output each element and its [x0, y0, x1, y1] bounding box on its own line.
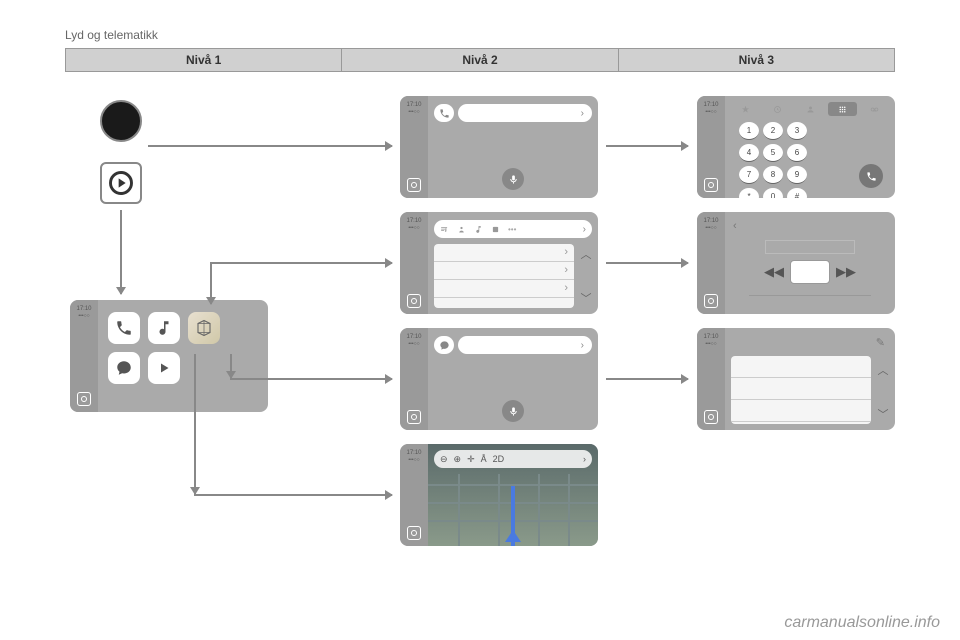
playlist-icon: [440, 225, 449, 234]
level-header-row: Nivå 1 Nivå 2 Nivå 3: [65, 48, 895, 72]
song-icon: [474, 225, 483, 234]
list-item[interactable]: [731, 378, 871, 400]
list-item[interactable]: [731, 400, 871, 422]
zoom-in-icon[interactable]: ⊕: [454, 454, 462, 465]
contacts-tab[interactable]: [795, 102, 824, 116]
list-item[interactable]: [434, 262, 574, 280]
now-playing-tile[interactable]: [148, 352, 180, 384]
key-4[interactable]: 4: [739, 144, 759, 162]
north-icon[interactable]: Å: [481, 454, 487, 464]
key-3[interactable]: 3: [787, 122, 807, 140]
key-7[interactable]: 7: [739, 166, 759, 184]
siri-button[interactable]: [502, 168, 524, 190]
rewind-button[interactable]: ◀◀: [764, 264, 784, 280]
voicemail-tab[interactable]: [860, 102, 889, 116]
key-hash[interactable]: #: [787, 188, 807, 198]
flow-arrow: [148, 145, 392, 147]
list-item[interactable]: [434, 244, 574, 262]
carplay-icon: [100, 162, 142, 204]
messages-app-tile[interactable]: [108, 352, 140, 384]
home-button[interactable]: [407, 178, 421, 192]
maps-app-tile[interactable]: [188, 312, 220, 344]
music-player-screen: 17:10•••○○ ‹ ◀◀ ▶▶: [697, 212, 895, 314]
brand-logo: [100, 100, 142, 142]
zoom-out-icon[interactable]: ⊖: [440, 454, 448, 465]
music-app-tile[interactable]: [148, 312, 180, 344]
message-list-screen: 17:10•••○○ ✎ ︿﹀: [697, 328, 895, 430]
track-info: [765, 240, 855, 254]
phone-app-tile[interactable]: [108, 312, 140, 344]
key-star[interactable]: *: [739, 188, 759, 198]
phone-tab-icon[interactable]: [434, 104, 454, 122]
home-button[interactable]: [77, 392, 91, 406]
key-0[interactable]: 0: [763, 188, 783, 198]
messages-screen: 17:10•••○○ ›: [400, 328, 598, 430]
main-home-screen: 17:10•••○○: [70, 300, 268, 412]
messages-tab-icon[interactable]: [434, 336, 454, 354]
album-icon: [491, 225, 500, 234]
recents-tab[interactable]: [763, 102, 792, 116]
favorites-tab[interactable]: [731, 102, 760, 116]
key-8[interactable]: 8: [763, 166, 783, 184]
home-button[interactable]: [407, 410, 421, 424]
key-9[interactable]: 9: [787, 166, 807, 184]
flow-arrow: [606, 262, 688, 264]
home-button[interactable]: [704, 178, 718, 192]
flow-arrow: [210, 262, 212, 304]
time-label: 17:10•••○○: [76, 306, 91, 319]
scroll-down[interactable]: ﹀: [578, 290, 594, 306]
call-button[interactable]: [859, 164, 883, 188]
map-screen: 17:10•••○○ ⊖ ⊕ ✛ Å 2D ›: [400, 444, 598, 546]
sidebar: 17:10•••○○: [70, 300, 98, 412]
flow-arrow: [606, 145, 688, 147]
key-6[interactable]: 6: [787, 144, 807, 162]
music-list-screen: 17:10•••○○ ••• › ︿﹀: [400, 212, 598, 314]
col-1-header: Nivå 1: [66, 49, 342, 71]
view-mode[interactable]: 2D: [493, 454, 505, 464]
progress-line[interactable]: [749, 295, 871, 296]
page-title: Lyd og telematikk: [65, 28, 158, 42]
home-button[interactable]: [704, 294, 718, 308]
center-icon[interactable]: ✛: [467, 454, 475, 465]
key-2[interactable]: 2: [763, 122, 783, 140]
list-item[interactable]: [731, 356, 871, 378]
compose-button[interactable]: ✎: [876, 336, 885, 349]
scroll-up[interactable]: ︿: [875, 362, 891, 378]
siri-button[interactable]: [502, 400, 524, 422]
watermark: carmanualsonline.info: [784, 614, 940, 632]
home-button[interactable]: [407, 294, 421, 308]
flow-arrow: [230, 378, 392, 380]
music-tabs[interactable]: ••• ›: [434, 220, 592, 238]
back-button[interactable]: ‹: [733, 220, 737, 232]
flow-arrow: [230, 354, 232, 378]
home-button[interactable]: [407, 526, 421, 540]
forward-button[interactable]: ▶▶: [836, 264, 856, 280]
flow-arrow: [606, 378, 688, 380]
map-toolbar[interactable]: ⊖ ⊕ ✛ Å 2D ›: [434, 450, 592, 468]
key-1[interactable]: 1: [739, 122, 759, 140]
position-marker: [505, 530, 521, 542]
scroll-down[interactable]: ﹀: [875, 406, 891, 422]
phone-screen: 17:10•••○○ ›: [400, 96, 598, 198]
keypad: 1 2 3 4 5 6 7 8 9 * 0 #: [739, 122, 807, 198]
scroll-up[interactable]: ︿: [578, 246, 594, 262]
col-3-header: Nivå 3: [619, 49, 894, 71]
list-item[interactable]: [434, 280, 574, 298]
phone-title-bar[interactable]: ›: [458, 104, 592, 122]
flow-arrow: [210, 262, 392, 264]
dialer-screen: 17:10•••○○ 1 2 3 4 5 6 7 8 9 * 0 #: [697, 96, 895, 198]
flow-arrow: [194, 494, 392, 496]
flow-arrow: [120, 210, 122, 294]
home-button[interactable]: [704, 410, 718, 424]
col-2-header: Nivå 2: [342, 49, 618, 71]
artist-icon: [457, 225, 466, 234]
key-5[interactable]: 5: [763, 144, 783, 162]
messages-title-bar[interactable]: ›: [458, 336, 592, 354]
keypad-tab[interactable]: [828, 102, 857, 116]
album-art: [790, 260, 830, 284]
flow-arrow: [194, 354, 196, 494]
